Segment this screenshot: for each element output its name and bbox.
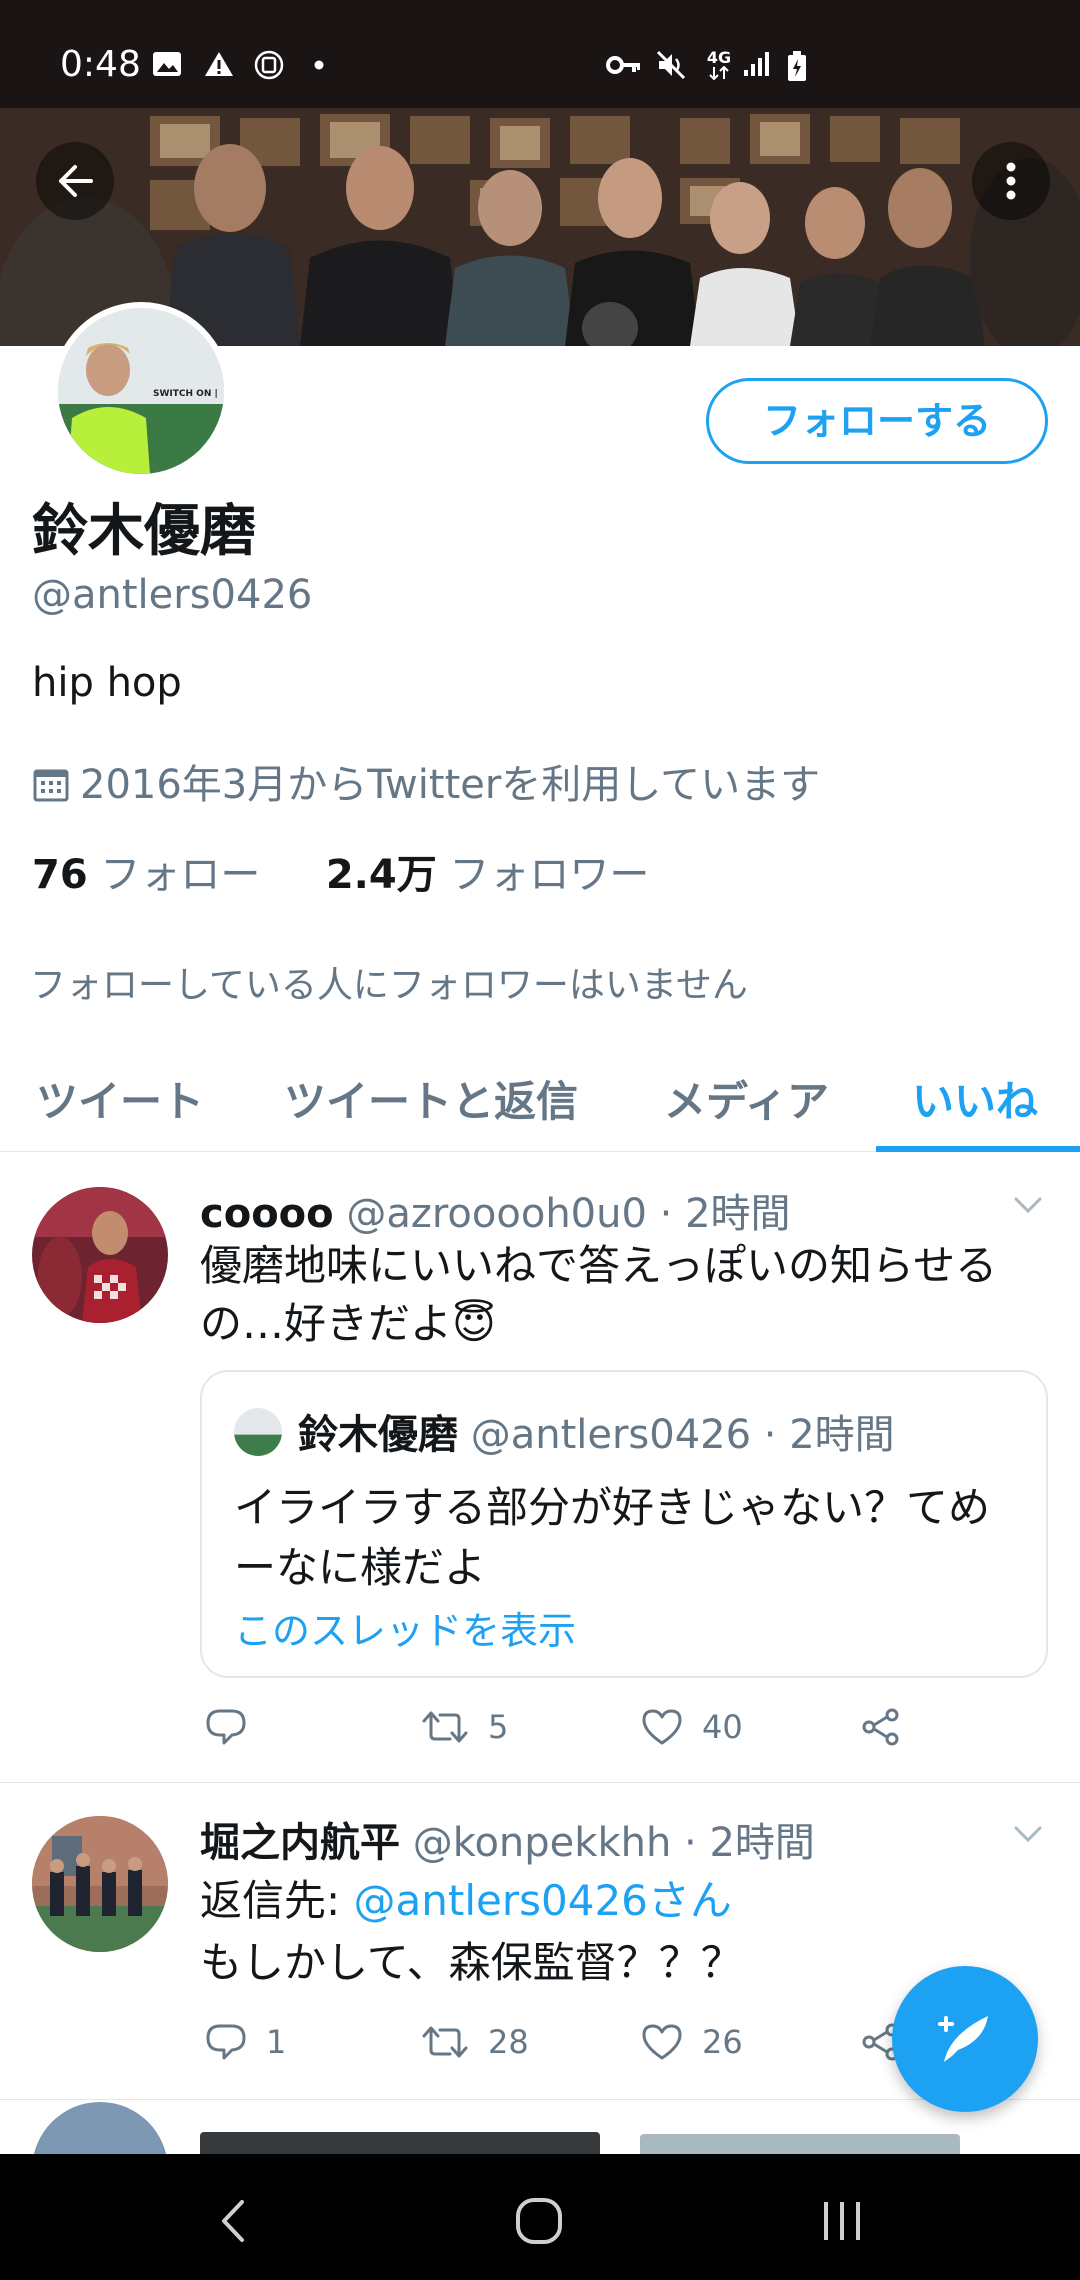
nav-home-icon[interactable] — [514, 2196, 564, 2246]
mute-icon — [656, 50, 686, 80]
following-label: フォロー — [100, 852, 261, 898]
following-count: 76 — [32, 852, 88, 898]
like-button[interactable]: 40 — [640, 1707, 743, 1747]
reply-prefix: 返信先: — [200, 1876, 354, 1925]
retweet-count: 28 — [488, 2023, 529, 2061]
quoted-tweet-text: イライラする部分が好きじゃない？てめーなに様だよ — [234, 1483, 991, 1592]
reply-mention-link[interactable]: @antlers0426さん — [354, 1876, 732, 1925]
next-tweet-partial[interactable] — [0, 2100, 1080, 2154]
vpn-key-icon — [606, 50, 642, 80]
screen-icon — [254, 50, 284, 80]
heart-icon — [642, 1709, 682, 1745]
battery-icon — [782, 50, 812, 81]
chevron-down-icon[interactable] — [1010, 1816, 1046, 1852]
reply-icon — [206, 1709, 246, 1745]
quoted-author-name: 鈴木優磨 — [298, 1412, 458, 1458]
quoted-author-handle: @antlers0426 — [470, 1412, 752, 1458]
share-icon — [862, 1708, 899, 1746]
profile-handle: @antlers0426 — [32, 572, 313, 618]
retweet-icon — [422, 2026, 468, 2058]
compose-tweet-button[interactable] — [892, 1966, 1038, 2112]
joined-text: 2016年3月からTwitterを利用しています — [80, 762, 821, 808]
heart-icon — [642, 2024, 682, 2060]
followers-label: フォロワー — [449, 852, 650, 898]
quoted-author-avatar — [234, 1408, 282, 1456]
quoted-tweet[interactable]: 鈴木優磨 @antlers0426 · 2時間 イライラする部分が好きじゃない？… — [200, 1370, 1048, 1678]
reply-count: 1 — [266, 2023, 287, 2061]
retweet-button[interactable]: 28 — [420, 2022, 529, 2062]
display-name: 鈴木優磨 — [32, 499, 256, 564]
tweet-header: coooo @azrooooh0u0 · 2時間 — [200, 1181, 791, 1239]
like-count: 40 — [702, 1708, 743, 1746]
quoted-tweet-time: · 2時間 — [763, 1412, 895, 1458]
quoted-tweet-header: 鈴木優磨 @antlers0426 · 2時間 — [298, 1402, 895, 1460]
reply-icon — [206, 2024, 246, 2060]
followers-link[interactable]: 2.4万 フォロワー — [326, 852, 650, 898]
profile-avatar[interactable]: SWITCH ON | — [52, 302, 230, 480]
active-tab-indicator — [876, 1146, 1080, 1152]
more-options-button[interactable] — [972, 142, 1050, 220]
reply-context: 返信先: @antlers0426さん — [200, 1872, 1050, 1930]
avatar-caption: SWITCH ON | — [153, 389, 218, 399]
network-label: 4G — [706, 48, 732, 67]
avatar-photo — [32, 1816, 168, 1952]
tweet-time: · 2時間 — [684, 1820, 815, 1866]
compose-feather-icon — [938, 2016, 988, 2062]
followers-count: 2.4万 — [325, 852, 437, 898]
show-thread-link[interactable]: このスレッドを表示 — [234, 1600, 576, 1655]
back-button[interactable] — [36, 142, 114, 220]
signal-icon — [742, 50, 772, 80]
retweet-count: 5 — [488, 1708, 509, 1746]
chevron-down-icon[interactable] — [1010, 1187, 1046, 1223]
image-icon — [152, 50, 182, 80]
system-nav-bar — [0, 2154, 1080, 2280]
tweet-author-name[interactable]: coooo — [200, 1191, 334, 1237]
follow-button[interactable]: フォローする — [706, 378, 1048, 464]
reply-button[interactable] — [204, 1707, 266, 1747]
tweet-author-avatar[interactable] — [32, 1816, 168, 1952]
tweet-author-avatar[interactable] — [32, 1187, 168, 1323]
tweet-author-name[interactable]: 堀之内航平 — [200, 1820, 400, 1866]
follow-counts: 76 フォロー 2.4万 フォロワー — [32, 842, 649, 900]
reply-button[interactable]: 1 — [204, 2022, 286, 2062]
profile-tabs: ツイート ツイートと返信 メディア いいね — [0, 1040, 1080, 1152]
following-link[interactable]: 76 フォロー — [32, 852, 260, 898]
tweet-header: 堀之内航平 @konpekkhh · 2時間 — [200, 1810, 815, 1868]
tweet-author-handle: @azrooooh0u0 — [346, 1191, 647, 1237]
retweet-icon — [422, 1711, 468, 1743]
partial-tweet-preview — [33, 2102, 960, 2154]
tab-tweets-and-replies[interactable]: ツイートと返信 — [284, 1068, 578, 1129]
nav-back-icon[interactable] — [218, 2198, 248, 2244]
more-vertical-icon — [1006, 162, 1016, 200]
tweet-item[interactable]: coooo @azrooooh0u0 · 2時間 優磨地味にいいねで答えっぽいの… — [0, 1153, 1080, 1783]
warning-icon — [204, 50, 234, 80]
like-count: 26 — [702, 2023, 743, 2061]
back-arrow-icon — [59, 165, 93, 197]
share-button[interactable] — [860, 1707, 902, 1747]
avatar-photo — [32, 1187, 168, 1323]
tab-likes[interactable]: いいね — [912, 1068, 1038, 1129]
calendar-icon — [32, 766, 70, 814]
joined-date: 2016年3月からTwitterを利用しています — [32, 752, 820, 814]
tab-tweets[interactable]: ツイート — [36, 1068, 204, 1129]
network-4g-icon: 4G — [704, 48, 734, 81]
avatar-photo: SWITCH ON | — [58, 308, 224, 474]
mutual-followers-note: フォローしている人にフォロワーはいません — [30, 965, 748, 1006]
status-time: 0:48 — [60, 44, 141, 85]
dot-icon — [304, 50, 334, 80]
tab-media[interactable]: メディア — [664, 1068, 829, 1129]
like-button[interactable]: 26 — [640, 2022, 743, 2062]
tweet-text: 優磨地味にいいねで答えっぽいの知らせるの…好きだよ😇 — [200, 1241, 998, 1348]
status-bar: 0:48 4G — [0, 0, 1080, 108]
nav-recents-icon[interactable] — [820, 2200, 864, 2242]
tweet-author-handle: @konpekkhh — [412, 1820, 672, 1866]
tweet-time: · 2時間 — [659, 1191, 791, 1237]
retweet-button[interactable]: 5 — [420, 1707, 508, 1747]
profile-bio: hip hop — [32, 660, 182, 706]
